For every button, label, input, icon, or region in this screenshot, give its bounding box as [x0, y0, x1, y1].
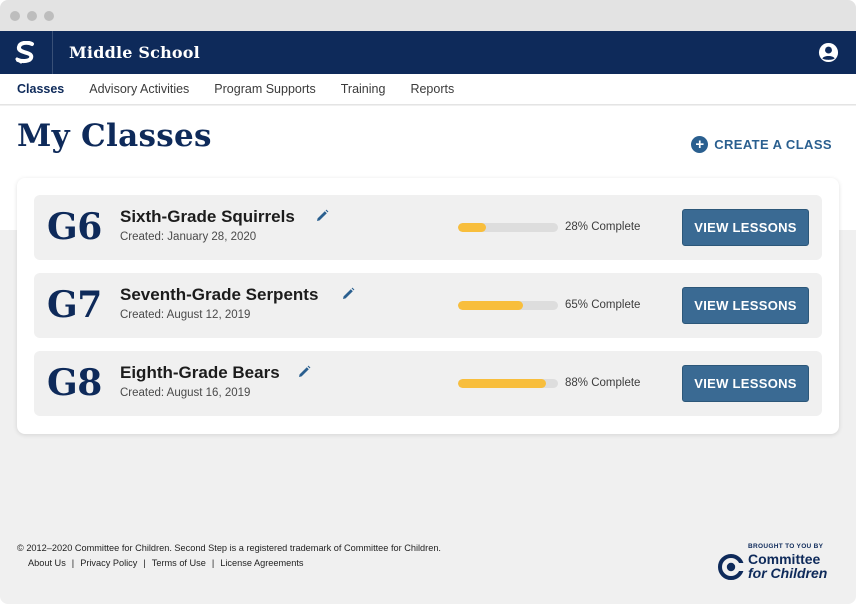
app-title: Middle School — [69, 43, 200, 62]
window-minimize-dot[interactable] — [27, 10, 37, 21]
cfc-logo-icon — [718, 554, 746, 580]
grade-label: G7 — [47, 284, 102, 326]
class-name: Sixth-Grade Squirrels — [120, 207, 295, 226]
progress-bar — [458, 301, 558, 310]
pencil-icon[interactable] — [297, 365, 311, 379]
footer-link-privacy-policy[interactable]: Privacy Policy — [80, 558, 137, 568]
account-icon[interactable] — [818, 42, 839, 63]
create-class-label: CREATE A CLASS — [714, 137, 832, 152]
page-title: My Classes — [17, 118, 212, 154]
class-row: G6 Sixth-Grade Squirrels Created: Januar… — [34, 195, 822, 260]
grade-label: G8 — [47, 362, 102, 404]
class-created-date: Created: August 16, 2019 — [120, 387, 251, 399]
footer-links: About Us | Privacy Policy | Terms of Use… — [28, 558, 304, 568]
class-name: Eighth-Grade Bears — [120, 363, 280, 382]
plus-circle-icon: + — [691, 136, 709, 153]
class-row: G7 Seventh-Grade Serpents Created: Augus… — [34, 273, 822, 338]
main-nav: Classes Advisory Activities Program Supp… — [0, 74, 856, 105]
progress-fill — [458, 379, 546, 388]
tab-reports[interactable]: Reports — [410, 82, 454, 96]
tab-program-supports[interactable]: Program Supports — [214, 82, 315, 96]
view-lessons-button[interactable]: VIEW LESSONS — [682, 365, 809, 402]
footer-link-about-us[interactable]: About Us — [28, 558, 66, 568]
tab-classes[interactable]: Classes — [17, 82, 64, 96]
footer-separator: | — [71, 558, 75, 568]
class-created-date: Created: January 28, 2020 — [120, 231, 257, 243]
progress-text: 28% Complete — [565, 221, 641, 233]
progress-fill — [458, 223, 486, 232]
copyright-text: © 2012–2020 Committee for Children. Seco… — [17, 543, 441, 553]
pencil-icon[interactable] — [315, 209, 329, 223]
progress-text: 65% Complete — [565, 299, 641, 311]
tab-training[interactable]: Training — [341, 82, 386, 96]
progress-fill — [458, 301, 523, 310]
app-logo[interactable] — [0, 31, 53, 74]
class-name: Seventh-Grade Serpents — [120, 285, 319, 304]
window-close-dot[interactable] — [10, 10, 20, 21]
tab-advisory-activities[interactable]: Advisory Activities — [89, 82, 189, 96]
footer-link-license-agreements[interactable]: License Agreements — [220, 558, 303, 568]
class-created-date: Created: August 12, 2019 — [120, 309, 251, 321]
view-lessons-button[interactable]: VIEW LESSONS — [682, 287, 809, 324]
view-lessons-button[interactable]: VIEW LESSONS — [682, 209, 809, 246]
footer-separator: | — [211, 558, 215, 568]
org-name-line2: for Children — [748, 565, 828, 581]
window-maximize-dot[interactable] — [44, 10, 54, 21]
class-row: G8 Eighth-Grade Bears Created: August 16… — [34, 351, 822, 416]
browser-window: Middle School Classes Advisory Activitie… — [0, 0, 856, 604]
footer-link-terms-of-use[interactable]: Terms of Use — [152, 558, 206, 568]
second-step-logo-icon — [15, 40, 34, 63]
footer-separator: | — [143, 558, 146, 568]
classes-card: G6 Sixth-Grade Squirrels Created: Januar… — [17, 178, 839, 434]
pencil-icon[interactable] — [341, 287, 355, 301]
progress-bar — [458, 223, 558, 232]
progress-text: 88% Complete — [565, 377, 641, 389]
progress-bar — [458, 379, 558, 388]
brought-to-you-by-label: BROUGHT TO YOU BY — [748, 543, 824, 550]
grade-label: G6 — [47, 206, 102, 248]
window-titlebar — [0, 0, 856, 31]
app-header: Middle School — [0, 31, 856, 74]
create-class-button[interactable]: + CREATE A CLASS — [691, 136, 832, 153]
committee-for-children-logo[interactable]: BROUGHT TO YOU BY Committee for Children — [718, 541, 840, 585]
